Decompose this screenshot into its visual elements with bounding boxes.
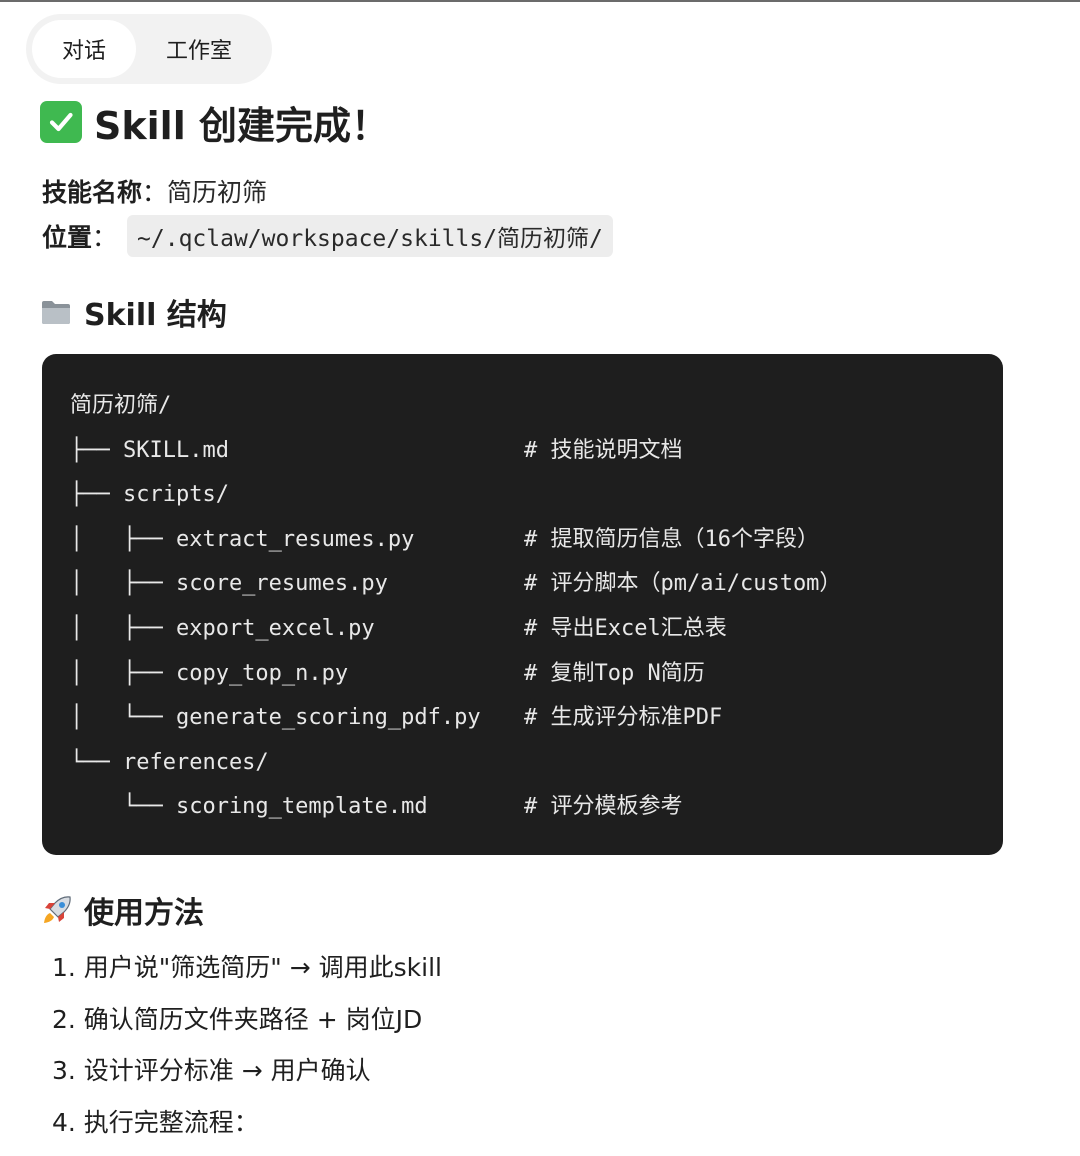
tree-entry: └── references/: [70, 749, 269, 775]
tree-entry: │ ├── score_resumes.py: [70, 571, 388, 597]
tree-comment: # 评分模板参考: [524, 794, 683, 820]
code-line: 简历初筛/: [70, 384, 1003, 429]
usage-heading: 使用方法: [40, 890, 204, 931]
structure-heading: Skill 结构: [40, 292, 227, 333]
location-row: 位置 ： ~/.qclaw/workspace/skills/简历初筛/: [42, 215, 613, 257]
usage-heading-text: 使用方法: [84, 896, 204, 931]
tab-chat[interactable]: 对话: [32, 20, 136, 78]
check-mark-icon: [40, 101, 82, 143]
page-title: Skill 创建完成！: [40, 98, 389, 148]
tree-entry: ├── scripts/: [70, 482, 229, 508]
skill-name-separator: ：: [142, 178, 168, 207]
tab-bar: 对话 工作室: [26, 14, 272, 84]
skill-name-value: 简历初筛: [167, 178, 268, 207]
tree-comment: # 评分脚本（pm/ai/custom）: [524, 571, 842, 597]
list-item: 1. 用户说"筛选简历" → 调用此skill: [52, 953, 442, 982]
tree-entry: └── scoring_template.md: [70, 794, 428, 820]
tab-studio[interactable]: 工作室: [136, 20, 262, 78]
skill-name-label: 技能名称: [42, 178, 143, 207]
page-title-text: Skill 创建完成！: [94, 103, 389, 148]
code-line: ├── SKILL.md # 技能说明文档: [70, 429, 1003, 474]
tree-comment: # 导出Excel汇总表: [524, 615, 727, 641]
tree-entry: 简历初筛/: [70, 393, 172, 418]
code-line: └── references/: [70, 741, 1003, 786]
tree-comment: # 技能说明文档: [524, 437, 683, 463]
tree-entry: │ ├── extract_resumes.py: [70, 526, 415, 552]
skill-structure-codeblock: 简历初筛/ ├── SKILL.md # 技能说明文档 ├── scripts/ …: [42, 354, 1003, 855]
code-line: └── scoring_template.md # 评分模板参考: [70, 785, 1003, 830]
list-item: 2. 确认简历文件夹路径 + 岗位JD: [52, 1004, 423, 1034]
structure-heading-text: Skill 结构: [84, 298, 227, 333]
location-separator: ：: [92, 223, 118, 252]
skill-name-row: 技能名称 ： 简历初筛: [42, 172, 267, 210]
tree-comment: # 复制Top N简历: [524, 660, 705, 686]
tree-comment: # 提取简历信息（16个字段）: [524, 526, 819, 552]
location-path: ~/.qclaw/workspace/skills/简历初筛/: [127, 215, 613, 257]
code-line: │ ├── extract_resumes.py # 提取简历信息（16个字段）: [70, 518, 1003, 563]
list-item: 3. 设计评分标准 → 用户确认: [52, 1056, 371, 1086]
top-divider: [0, 0, 1080, 2]
tree-entry: │ └── generate_scoring_pdf.py: [70, 705, 481, 731]
tree-entry: │ ├── export_excel.py: [70, 615, 375, 641]
tree-comment: # 生成评分标准PDF: [524, 705, 723, 731]
code-line: │ └── generate_scoring_pdf.py # 生成评分标准PDF: [70, 696, 1003, 741]
code-line: ├── scripts/: [70, 473, 1003, 518]
code-line: │ ├── copy_top_n.py # 复制Top N简历: [70, 652, 1003, 697]
rocket-icon: [40, 893, 74, 927]
code-line: │ ├── export_excel.py # 导出Excel汇总表: [70, 607, 1003, 652]
list-item: 4. 执行完整流程：: [52, 1108, 259, 1138]
folder-icon: [40, 298, 72, 326]
code-line: │ ├── score_resumes.py # 评分脚本（pm/ai/custo…: [70, 562, 1003, 607]
usage-steps-list: 1. 用户说"筛选简历" → 调用此skill 2. 确认简历文件夹路径 + 岗…: [52, 944, 442, 1151]
location-label: 位置: [42, 223, 93, 252]
tree-entry: │ ├── copy_top_n.py: [70, 660, 349, 686]
tree-entry: ├── SKILL.md: [70, 437, 229, 463]
